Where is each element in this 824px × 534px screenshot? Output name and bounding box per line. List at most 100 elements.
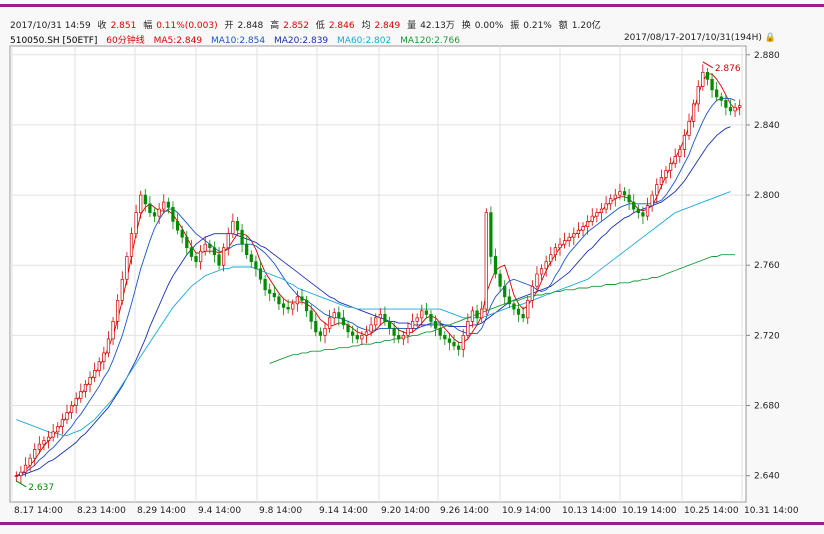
candle-body <box>369 324 373 333</box>
y-tick-label: 2.800 <box>754 191 780 201</box>
candle-body <box>632 201 636 210</box>
candle-body <box>198 250 203 263</box>
candle-body <box>530 285 534 301</box>
candle-body <box>433 321 438 329</box>
x-tick-label: 10.13 14:00 <box>562 506 617 516</box>
y-axis: 2.880 2.840 2.800 2.760 2.720 2.680 2.640 <box>746 51 780 482</box>
candle-body <box>507 296 511 305</box>
candle-body <box>636 208 640 213</box>
candle-body <box>157 208 161 217</box>
candle-body <box>125 256 129 280</box>
candle-body <box>69 405 74 413</box>
candle-body <box>438 328 442 336</box>
candle-body <box>461 335 465 350</box>
candle <box>484 208 488 316</box>
y-tick-label: 2.640 <box>754 472 780 482</box>
x-tick-label: 8.23 14:00 <box>77 506 126 516</box>
candle-body <box>383 313 387 322</box>
candle-body <box>83 384 88 392</box>
candle-body <box>562 240 567 245</box>
candle-body <box>424 310 428 315</box>
candle-body <box>286 306 290 310</box>
candle-body <box>576 229 581 235</box>
chart-window: 2017/10/31 14:59 收 2.851 幅 0.11%(0.003) 开2… <box>0 0 824 534</box>
candle-body <box>360 335 364 340</box>
candle-body <box>705 71 710 80</box>
candle-body <box>516 308 521 315</box>
candle-body <box>604 203 608 210</box>
candle-body <box>590 215 594 222</box>
candle-body <box>710 78 714 91</box>
x-tick-label: 8.29 14:00 <box>137 506 186 516</box>
candle-body <box>503 285 507 298</box>
candle-body <box>415 317 419 322</box>
candle-body <box>19 471 23 477</box>
candle-body <box>33 449 37 459</box>
candle-body <box>692 103 696 122</box>
candle-body <box>595 212 599 217</box>
candle-body <box>268 289 272 294</box>
candle-body <box>97 361 101 371</box>
candle-body <box>549 254 553 263</box>
candle <box>489 206 493 265</box>
candle-body <box>668 163 673 171</box>
candle-body <box>526 299 530 319</box>
candle-body <box>189 247 194 257</box>
candle-body <box>42 440 46 445</box>
candle-body <box>724 100 728 108</box>
candle-body <box>719 96 723 101</box>
candle-body <box>222 247 226 266</box>
candle-body <box>65 412 69 420</box>
candle-body <box>277 296 281 305</box>
candle-body <box>337 312 341 319</box>
candle-body <box>106 338 111 354</box>
candle-body <box>134 212 138 235</box>
candle-body <box>618 191 622 196</box>
candle-body <box>79 391 83 399</box>
x-tick-label: 9.20 14:00 <box>381 506 430 516</box>
candle-body <box>641 212 645 217</box>
kline-chart[interactable]: 2.880 2.840 2.800 2.760 2.720 2.680 2.640 8.17… <box>0 0 824 534</box>
candle-body <box>678 149 682 157</box>
candle-body <box>328 317 332 329</box>
candle-body <box>535 273 539 287</box>
candle-body <box>148 203 152 213</box>
candle-body <box>152 212 157 217</box>
candle-body <box>447 338 452 343</box>
candle-body <box>539 268 544 275</box>
candle-body <box>397 335 401 340</box>
candle-body <box>420 310 424 319</box>
x-tick-label: 10.31 14:00 <box>744 506 799 516</box>
candle-body <box>410 321 415 329</box>
x-tick-label: 9.26 14:00 <box>440 506 489 516</box>
candle-body <box>475 310 479 319</box>
candle-body <box>102 352 106 363</box>
candle-body <box>74 398 78 406</box>
candle-body <box>304 299 309 312</box>
y-tick-label: 2.840 <box>754 121 780 131</box>
candle-body <box>111 321 115 340</box>
candle-body <box>581 226 585 231</box>
candle-body <box>521 313 525 319</box>
candle-body <box>235 221 240 231</box>
candle-body <box>682 135 687 150</box>
candle-body <box>332 312 336 319</box>
candle-body <box>180 229 184 238</box>
candle-body <box>696 85 700 105</box>
candle-body <box>645 205 650 217</box>
candle-body <box>281 303 286 308</box>
candle-body <box>217 254 221 266</box>
candle-body <box>245 243 249 256</box>
candle-body <box>715 89 719 98</box>
annotation-high: 2.876 <box>715 64 741 74</box>
candle-body <box>129 233 134 257</box>
candle-body <box>544 261 548 270</box>
candle-body <box>139 194 143 213</box>
candle-body <box>364 331 369 336</box>
candle-body <box>429 313 433 322</box>
candle-body <box>567 236 571 242</box>
candle-body <box>249 254 253 263</box>
y-tick-label: 2.880 <box>754 51 780 61</box>
candle-body <box>318 331 323 336</box>
candle-body <box>586 221 590 227</box>
